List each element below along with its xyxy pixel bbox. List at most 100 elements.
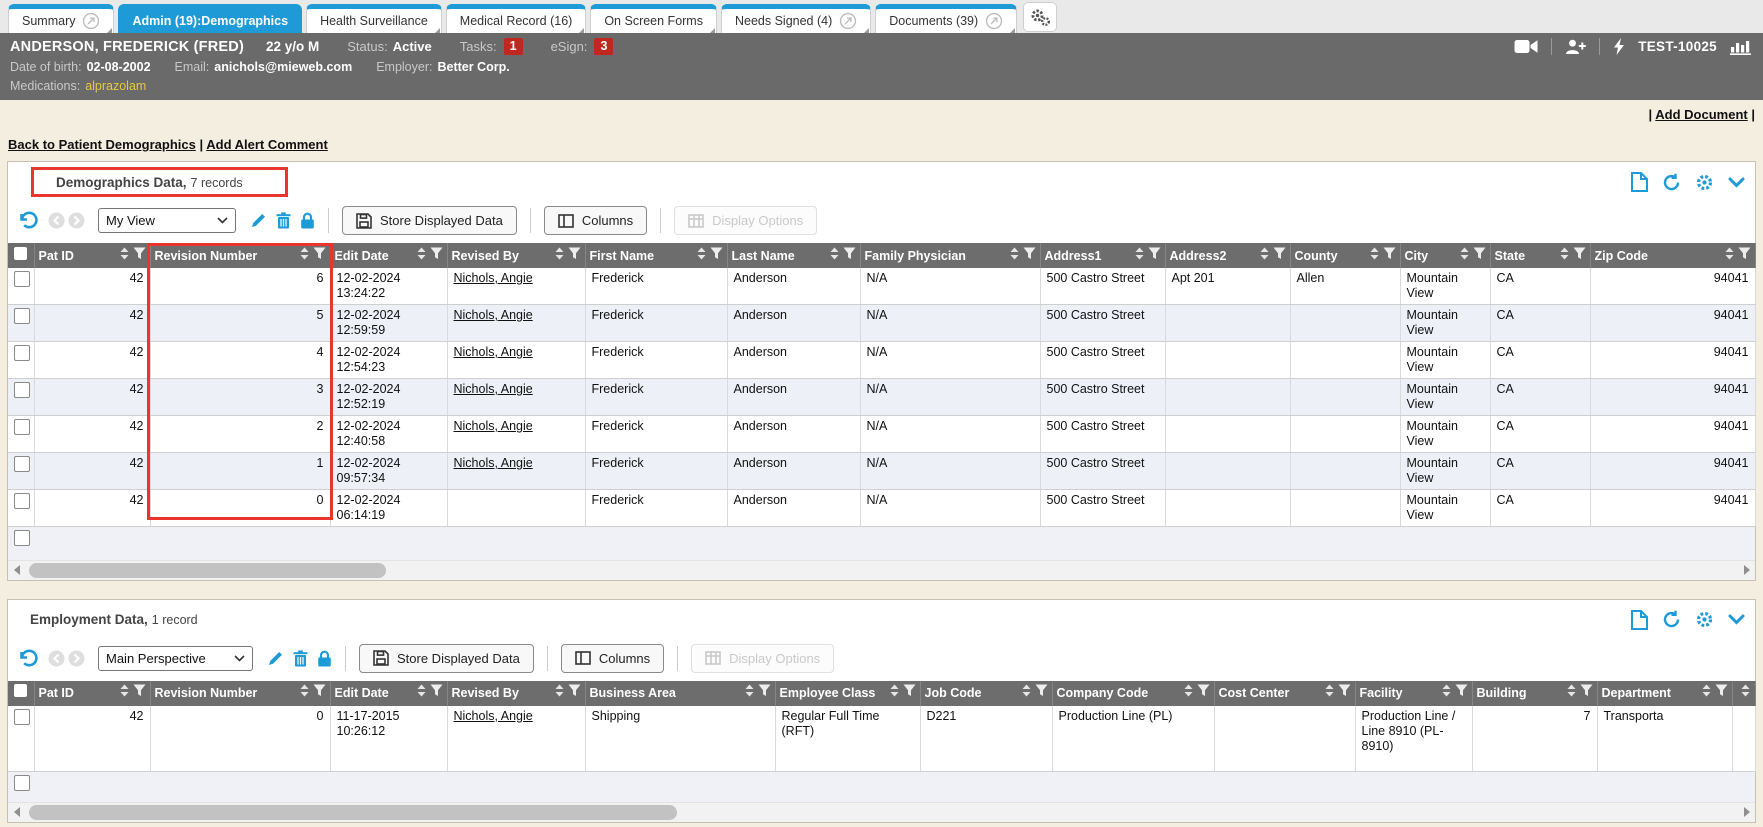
filter-icon[interactable] [430,684,443,697]
column-header-revision-number[interactable]: Revision Number [150,243,330,268]
sort-icon[interactable] [1460,247,1469,260]
refresh-icon[interactable] [1662,610,1681,629]
column-header-cost-center[interactable]: Cost Center [1214,681,1355,706]
delete-trash-icon[interactable] [293,650,308,667]
edit-pencil-icon[interactable] [267,650,284,667]
sort-icon[interactable] [417,247,426,260]
column-header-company-code[interactable]: Company Code [1052,681,1214,706]
row-checkbox[interactable] [14,493,30,509]
column-header-revised-by[interactable]: Revised By [447,681,585,706]
filter-icon[interactable] [1580,684,1593,697]
column-header-job-code[interactable]: Job Code [920,681,1052,706]
sort-icon[interactable] [1560,247,1569,260]
filter-icon[interactable] [1455,684,1468,697]
column-header-facility[interactable]: Facility [1355,681,1472,706]
column-header-state[interactable]: State [1490,243,1590,268]
tab-needs-signed-4[interactable]: Needs Signed (4) [721,4,871,33]
filter-icon[interactable] [568,247,581,260]
esign-badge[interactable]: 3 [594,38,613,55]
sort-icon[interactable] [120,684,129,697]
demographics-h-scrollbar[interactable] [8,560,1755,580]
sort-icon[interactable] [300,247,309,260]
column-header-edit-date[interactable]: Edit Date [330,243,447,268]
add-alert-comment-link[interactable]: Add Alert Comment [206,137,328,152]
column-header-family-physician[interactable]: Family Physician [860,243,1040,268]
filter-icon[interactable] [758,684,771,697]
sort-icon[interactable] [697,247,706,260]
new-document-icon[interactable] [1631,172,1648,192]
column-header-edit-date[interactable]: Edit Date [330,681,447,706]
scroll-right-arrow[interactable] [1738,561,1755,580]
sort-icon[interactable] [300,684,309,697]
sort-icon[interactable] [830,247,839,260]
sort-icon[interactable] [1325,684,1334,697]
filter-icon[interactable] [568,684,581,697]
sort-icon[interactable] [1741,684,1750,697]
sort-icon[interactable] [1725,247,1734,260]
scrollbar-thumb[interactable] [29,563,386,578]
sort-icon[interactable] [1184,684,1193,697]
sort-icon[interactable] [745,684,754,697]
filter-icon[interactable] [1148,247,1161,260]
add-person-icon[interactable] [1565,39,1586,55]
tab-health-surveillance[interactable]: Health Surveillance [306,4,442,33]
filter-icon[interactable] [133,684,146,697]
filter-icon[interactable] [1473,247,1486,260]
medications-value[interactable]: alprazolam [85,79,146,93]
filter-icon[interactable] [1023,247,1036,260]
revised-by-link[interactable]: Nichols, Angie [454,271,533,285]
filter-icon[interactable] [1738,247,1751,260]
gear-icon[interactable] [1695,173,1714,192]
revised-by-link[interactable]: Nichols, Angie [454,456,533,470]
add-document-link[interactable]: Add Document [1655,107,1747,122]
tasks-badge[interactable]: 1 [504,38,523,55]
revised-by-link[interactable]: Nichols, Angie [454,345,533,359]
scroll-right-arrow[interactable] [1738,803,1755,822]
store-displayed-data-button[interactable]: Store Displayed Data [342,206,517,235]
column-header-h[interactable]: H [1732,681,1755,706]
filter-icon[interactable] [710,247,723,260]
filter-icon[interactable] [1715,684,1728,697]
column-header-address1[interactable]: Address1 [1040,243,1165,268]
filter-icon[interactable] [1573,247,1586,260]
sort-icon[interactable] [417,684,426,697]
filter-icon[interactable] [430,247,443,260]
store-displayed-data-button[interactable]: Store Displayed Data [359,644,534,673]
column-header-pat-id[interactable]: Pat ID [34,681,150,706]
select-all-checkbox[interactable] [14,247,27,260]
row-checkbox[interactable] [14,530,30,546]
scrollbar-thumb[interactable] [29,805,677,820]
view-perspective-select[interactable]: My View [98,208,236,233]
columns-button[interactable]: Columns [544,206,647,235]
lock-icon[interactable] [300,212,315,229]
row-checkbox[interactable] [14,709,30,725]
tab-medical-record-16[interactable]: Medical Record (16) [446,4,587,33]
sort-icon[interactable] [1442,684,1451,697]
lightning-icon[interactable] [1613,38,1625,55]
filter-icon[interactable] [1338,684,1351,697]
row-checkbox[interactable] [14,308,30,324]
filter-icon[interactable] [313,684,326,697]
employment-h-scrollbar[interactable] [8,802,1755,822]
sort-icon[interactable] [1370,247,1379,260]
column-header-revised-by[interactable]: Revised By [447,243,585,268]
sort-icon[interactable] [1010,247,1019,260]
row-checkbox[interactable] [14,345,30,361]
new-document-icon[interactable] [1631,610,1648,630]
sort-icon[interactable] [890,684,899,697]
column-header-employee-class[interactable]: Employee Class [775,681,920,706]
collapse-chevron-icon[interactable] [1728,614,1745,625]
column-header-pat-id[interactable]: Pat ID [34,243,150,268]
revised-by-link[interactable]: Nichols, Angie [454,419,533,433]
tab-documents-39[interactable]: Documents (39) [875,4,1017,33]
edit-pencil-icon[interactable] [250,212,267,229]
collapse-chevron-icon[interactable] [1728,177,1745,188]
filter-icon[interactable] [843,247,856,260]
sort-icon[interactable] [1702,684,1711,697]
tab-settings-button[interactable] [1023,2,1057,32]
tab-summary[interactable]: Summary [8,4,114,33]
filter-icon[interactable] [1273,247,1286,260]
row-checkbox[interactable] [14,419,30,435]
filter-icon[interactable] [1383,247,1396,260]
gear-icon[interactable] [1695,610,1714,629]
